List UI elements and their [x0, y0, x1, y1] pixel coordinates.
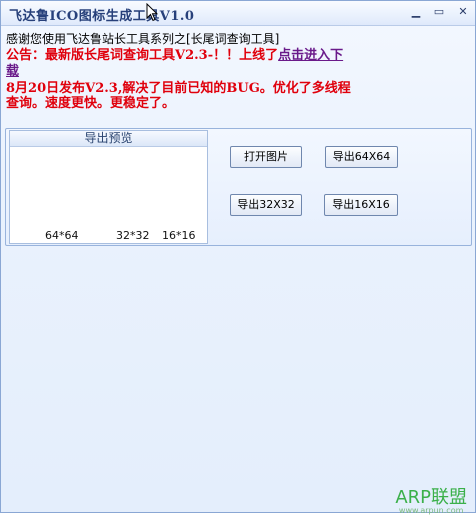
watermark-url: www.arpun.com — [398, 506, 464, 515]
mouse-cursor-icon — [146, 3, 158, 22]
minimize-button[interactable]: ▁ — [409, 6, 423, 18]
export-16-button[interactable]: 导出16X16 — [324, 194, 398, 216]
watermark-logo: ARP联盟 www.arpun.com — [395, 483, 467, 515]
preview-size-64: 64*64 — [45, 229, 79, 242]
preview-size-32: 32*32 — [116, 229, 150, 242]
preview-title: 导出预览 — [10, 131, 207, 147]
export-groupbox: 导出预览 64*64 32*32 16*16 打开图片 导出64X64 导出32… — [5, 128, 472, 246]
title-bar[interactable]: 飞达鲁ICO图标生成工具V1.0 ▁ ▭ ✕ — [1, 1, 475, 26]
restore-button[interactable]: ▭ — [432, 6, 446, 18]
thanks-text: 感谢您使用飞达鲁站长工具系列之[长尾词查询工具] — [6, 32, 280, 46]
export-preview-panel: 导出预览 64*64 32*32 16*16 — [9, 130, 208, 244]
watermark-brand: ARP联盟 — [395, 487, 467, 508]
window-title: 飞达鲁ICO图标生成工具V1.0 — [9, 9, 195, 24]
preview-size-16: 16*16 — [162, 229, 196, 242]
notice-text: 公告：最新版长尾词查询工具V2.3-！！上线了点击进入下载 — [6, 48, 356, 80]
open-image-button[interactable]: 打开图片 — [230, 146, 302, 168]
export-64-button[interactable]: 导出64X64 — [325, 146, 398, 168]
notice-prefix: 公告：最新版长尾词查询工具V2.3-！！上线了 — [6, 48, 279, 63]
app-window: 飞达鲁ICO图标生成工具V1.0 ▁ ▭ ✕ 感谢您使用飞达鲁站长工具系列之[长… — [0, 0, 476, 515]
export-32-button[interactable]: 导出32X32 — [230, 194, 302, 216]
close-button[interactable]: ✕ — [456, 6, 470, 18]
update-text: 8月20日发布V2.3,解决了目前已知的BUG。优化了多线程查询。速度更快。更稳… — [6, 81, 351, 111]
